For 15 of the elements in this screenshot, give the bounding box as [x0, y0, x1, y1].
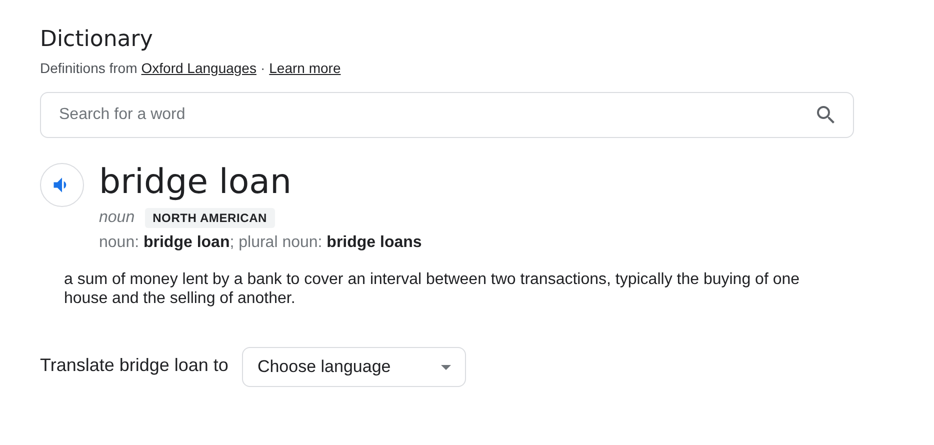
source-link[interactable]: Oxford Languages [141, 60, 256, 76]
source-text: Definitions from [40, 60, 138, 76]
separator: · [260, 60, 266, 76]
pronounce-button[interactable] [40, 163, 84, 207]
word-forms: noun: bridge loan; plural noun: bridge loans [99, 234, 422, 252]
learn-more-link[interactable]: Learn more [269, 60, 341, 76]
region-tag: NORTH AMERICAN [144, 208, 276, 228]
headword: bridge loan [99, 162, 293, 202]
section-title: Dictionary [40, 26, 154, 54]
caret-icon [441, 364, 452, 370]
part-of-speech: noun [99, 209, 135, 227]
language-dropdown[interactable]: Choose language [242, 347, 466, 387]
search-field[interactable]: Search for a word [40, 92, 854, 138]
translate-label: Translate bridge loan to [40, 355, 228, 376]
definition-text: a sum of money lent by a bank to cover an interval between two transactions, typically the buying of one house and the selling of another. [64, 270, 801, 308]
